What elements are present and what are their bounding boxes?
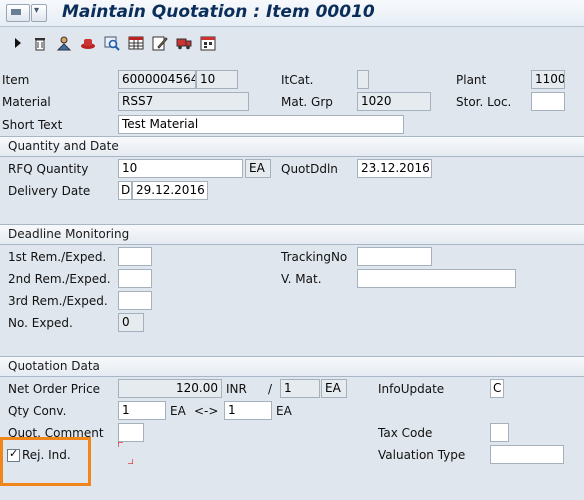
field-corner-mark xyxy=(118,442,123,447)
person-icon[interactable] xyxy=(56,35,72,51)
highlight-box xyxy=(0,437,91,486)
menu-dropdown-icon[interactable] xyxy=(31,4,47,22)
qty-conv-label: Qty Conv. xyxy=(8,404,67,418)
qty-conv-to-field[interactable]: 1 xyxy=(224,401,272,420)
short-text-field[interactable]: Test Material xyxy=(118,115,404,134)
material-label: Material xyxy=(2,95,51,109)
rfq-quantity-field[interactable]: 10 xyxy=(118,159,243,178)
delivery-date-format-field[interactable]: D xyxy=(118,181,132,200)
quotation-section-header: Quotation Data xyxy=(0,356,584,377)
currency-label: INR xyxy=(226,382,247,396)
tracking-no-label: TrackingNo xyxy=(281,250,348,264)
quot-comment-field[interactable] xyxy=(118,423,144,442)
application-toolbar xyxy=(0,27,584,61)
plant-label: Plant xyxy=(456,73,487,87)
rem1-label: 1st Rem./Exped. xyxy=(8,250,107,264)
qty-conv-from-field[interactable]: 1 xyxy=(118,401,166,420)
rfq-quantity-label: RFQ Quantity xyxy=(8,162,89,176)
delivery-date-label: Delivery Date xyxy=(8,184,91,198)
grid-icon[interactable] xyxy=(128,35,144,51)
itcat-label: ItCat. xyxy=(281,73,314,87)
itcat-field[interactable] xyxy=(357,70,369,89)
qty-conv-from-unit: EA xyxy=(170,404,186,418)
quotddln-label: QuotDdln xyxy=(281,162,338,176)
short-text-label: Short Text xyxy=(2,118,63,132)
tracking-no-field[interactable] xyxy=(357,247,432,266)
magnify-icon[interactable] xyxy=(104,35,120,51)
valuation-type-label: Valuation Type xyxy=(378,448,466,462)
rfq-unit-field[interactable]: EA xyxy=(245,159,271,178)
item-label: Item xyxy=(2,73,30,87)
material-field[interactable]: RSS7 xyxy=(118,92,249,111)
deadline-section-header: Deadline Monitoring xyxy=(0,224,584,245)
item-position-field[interactable]: 10 xyxy=(196,70,238,89)
order-price-unit-field[interactable]: EA xyxy=(321,379,347,398)
edit-icon[interactable] xyxy=(152,35,168,51)
play-icon[interactable] xyxy=(10,35,26,51)
tax-code-field[interactable] xyxy=(490,423,509,442)
hat-icon[interactable] xyxy=(80,35,96,51)
per-separator: / xyxy=(268,382,273,396)
info-update-field[interactable]: C xyxy=(490,379,504,398)
stor-loc-field[interactable] xyxy=(531,92,565,111)
stor-loc-label: Stor. Loc. xyxy=(456,95,512,109)
item-number-field[interactable]: 6000004564 xyxy=(118,70,196,89)
price-unit-field[interactable]: 1 xyxy=(280,379,320,398)
rem3-field[interactable] xyxy=(118,291,152,310)
quotddln-field[interactable]: 23.12.2016 xyxy=(357,159,432,178)
quotation-title: Quotation Data xyxy=(8,359,100,373)
net-order-price-label: Net Order Price xyxy=(8,382,101,396)
qty-conv-arrow: <-> xyxy=(194,404,219,418)
valuation-type-field[interactable] xyxy=(490,445,564,464)
qty-conv-to-unit: EA xyxy=(276,404,292,418)
deadline-title: Deadline Monitoring xyxy=(8,227,130,241)
trash-icon[interactable] xyxy=(32,35,48,51)
net-order-price-field[interactable]: 120.00 xyxy=(118,379,222,398)
rem2-field[interactable] xyxy=(118,269,152,288)
tax-code-label: Tax Code xyxy=(378,426,433,440)
field-corner-mark xyxy=(128,459,133,464)
quantity-date-section-header: Quantity and Date xyxy=(0,136,584,157)
calendar-icon[interactable] xyxy=(200,35,216,51)
rem2-label: 2nd Rem./Exped. xyxy=(8,272,111,286)
rem3-label: 3rd Rem./Exped. xyxy=(8,294,108,308)
title-bar: Maintain Quotation : Item 00010 xyxy=(0,0,584,27)
mat-grp-field[interactable]: 1020 xyxy=(357,92,431,111)
v-mat-field[interactable] xyxy=(357,269,516,288)
no-exped-field[interactable]: 0 xyxy=(118,313,144,332)
info-update-label: InfoUpdate xyxy=(378,382,445,396)
no-exped-label: No. Exped. xyxy=(8,316,73,330)
page-title: Maintain Quotation : Item 00010 xyxy=(62,2,375,22)
v-mat-label: V. Mat. xyxy=(281,272,322,286)
plant-field[interactable]: 1100 xyxy=(531,70,565,89)
truck-icon[interactable] xyxy=(176,35,192,51)
delivery-date-field[interactable]: 29.12.2016 xyxy=(132,181,208,200)
quantity-date-title: Quantity and Date xyxy=(8,139,119,153)
system-menu-icon[interactable] xyxy=(6,4,30,22)
rem1-field[interactable] xyxy=(118,247,152,266)
mat-grp-label: Mat. Grp xyxy=(281,95,333,109)
